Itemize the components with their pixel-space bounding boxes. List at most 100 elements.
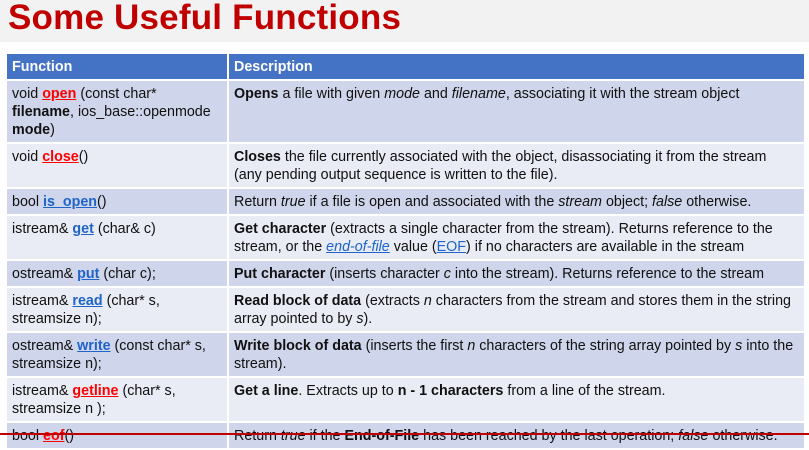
- slide-title: Some Useful Functions: [8, 0, 402, 37]
- text-segment: (extracts: [361, 293, 424, 309]
- text-segment: , ios_base::openmode: [70, 104, 211, 120]
- text-segment: if the: [305, 428, 345, 444]
- function-name-link[interactable]: write: [77, 338, 110, 354]
- text-segment: ) if no characters are available in the …: [466, 239, 745, 255]
- function-cell: bool is_open(): [5, 187, 229, 216]
- function-cell: bool eof(): [5, 421, 229, 450]
- text-segment: Read block of data: [234, 293, 362, 309]
- description-cell: Get character (extracts a single charact…: [227, 214, 806, 261]
- description-cell: Write block of data (inserts the first n…: [227, 331, 806, 378]
- text-segment: object;: [601, 194, 653, 210]
- reference-link[interactable]: end-of-file: [326, 239, 390, 255]
- text-segment: (char c);: [99, 266, 156, 282]
- text-segment: ).: [363, 311, 373, 327]
- description-cell: Closes the file currently associated wit…: [227, 142, 806, 189]
- reference-link[interactable]: EOF: [437, 239, 466, 255]
- text-segment: mode: [384, 86, 420, 102]
- text-segment: otherwise.: [682, 194, 752, 210]
- description-cell: Put character (inserts character c into …: [227, 259, 806, 288]
- text-segment: characters of the string array pointed b…: [475, 338, 736, 354]
- text-segment: istream&: [12, 221, 73, 237]
- text-segment: Get character: [234, 221, 327, 237]
- text-segment: mode: [12, 122, 51, 138]
- description-cell: Opens a file with given mode and filenam…: [227, 79, 806, 144]
- header-description: Description: [227, 52, 806, 81]
- text-segment: filename: [451, 86, 506, 102]
- text-segment: void: [12, 149, 43, 165]
- text-segment: false: [652, 194, 683, 210]
- table-row-put: ostream& put (char c); Put character (ins…: [5, 259, 806, 288]
- text-segment: (inserts character: [325, 266, 444, 282]
- text-segment: s: [356, 311, 364, 327]
- table-row-is-open: bool is_open() Return true if a file is o…: [5, 187, 806, 216]
- text-segment: ostream&: [12, 338, 78, 354]
- text-segment: true: [280, 428, 306, 444]
- text-segment: Return: [234, 428, 281, 444]
- text-segment: Get a line: [234, 383, 299, 399]
- table-row-open: void open (const char* filename, ios_bas…: [5, 79, 806, 144]
- function-name-link[interactable]: eof: [43, 428, 64, 444]
- function-name-link[interactable]: close: [42, 149, 79, 165]
- text-segment: ): [50, 122, 55, 138]
- text-segment: Put character: [234, 266, 326, 282]
- text-segment: c: [443, 266, 451, 282]
- text-segment: , associating it with the stream object: [505, 86, 740, 102]
- table-row-close: void close() Closes the file currently as…: [5, 142, 806, 189]
- function-name-link[interactable]: getline: [72, 383, 118, 399]
- function-name-link[interactable]: get: [72, 221, 93, 237]
- text-segment: stream: [558, 194, 602, 210]
- table-row-write: ostream& write (const char* s, streamsiz…: [5, 331, 806, 378]
- text-segment: has been reached by the last operation;: [419, 428, 679, 444]
- text-segment: otherwise.: [708, 428, 778, 444]
- function-cell: ostream& put (char c);: [5, 259, 229, 288]
- text-segment: a file with given: [278, 86, 385, 102]
- text-segment: istream&: [12, 383, 73, 399]
- text-segment: filename: [12, 104, 71, 120]
- text-segment: Write block of data: [234, 338, 362, 354]
- text-segment: (): [64, 428, 74, 444]
- text-segment: (): [97, 194, 107, 210]
- text-segment: . Extracts up to: [298, 383, 398, 399]
- function-name-link[interactable]: is_open: [43, 194, 97, 210]
- description-cell: Return true if the End-of-File has been …: [227, 421, 806, 450]
- text-segment: bool: [12, 428, 44, 444]
- table-row-eof: bool eof() Return true if the End-of-File…: [5, 421, 806, 450]
- text-segment: Opens: [234, 86, 279, 102]
- text-segment: istream&: [12, 293, 73, 309]
- table-body: void open (const char* filename, ios_bas…: [5, 79, 806, 450]
- header-function: Function: [5, 52, 229, 81]
- function-cell: void open (const char* filename, ios_bas…: [5, 79, 229, 144]
- text-segment: false: [678, 428, 709, 444]
- function-cell: istream& read (char* s, streamsize n);: [5, 286, 229, 333]
- text-segment: if a file is open and associated with th…: [305, 194, 559, 210]
- functions-table: Function Description void open (const ch…: [5, 52, 806, 450]
- function-name-link[interactable]: put: [77, 266, 99, 282]
- function-cell: istream& get (char& c): [5, 214, 229, 261]
- text-segment: Return: [234, 194, 281, 210]
- text-segment: (): [78, 149, 89, 165]
- text-segment: and: [419, 86, 452, 102]
- function-cell: ostream& write (const char* s, streamsiz…: [5, 331, 229, 378]
- text-segment: the file currently associated with the o…: [234, 149, 767, 183]
- text-segment: bool: [12, 194, 44, 210]
- text-segment: ostream&: [12, 266, 78, 282]
- text-segment: End-of-File: [344, 428, 420, 444]
- table-row-read: istream& read (char* s, streamsize n); Re…: [5, 286, 806, 333]
- text-segment: from a line of the stream.: [503, 383, 666, 399]
- text-segment: into the stream). Returns reference to t…: [450, 266, 765, 282]
- description-cell: Return true if a file is open and associ…: [227, 187, 806, 216]
- description-cell: Get a line. Extracts up to n - 1 charact…: [227, 376, 806, 423]
- function-name-link[interactable]: open: [42, 86, 76, 102]
- text-segment: (char& c): [93, 221, 156, 237]
- text-segment: n: [423, 293, 432, 309]
- table-header-row: Function Description: [5, 52, 806, 81]
- text-segment: true: [280, 194, 306, 210]
- text-segment: value (: [389, 239, 437, 255]
- function-name-link[interactable]: read: [72, 293, 102, 309]
- function-cell: void close(): [5, 142, 229, 189]
- description-cell: Read block of data (extracts n character…: [227, 286, 806, 333]
- text-segment: Closes: [234, 149, 281, 165]
- text-segment: (inserts the first: [361, 338, 468, 354]
- table-row-get: istream& get (char& c) Get character (ext…: [5, 214, 806, 261]
- text-segment: n - 1 characters: [397, 383, 504, 399]
